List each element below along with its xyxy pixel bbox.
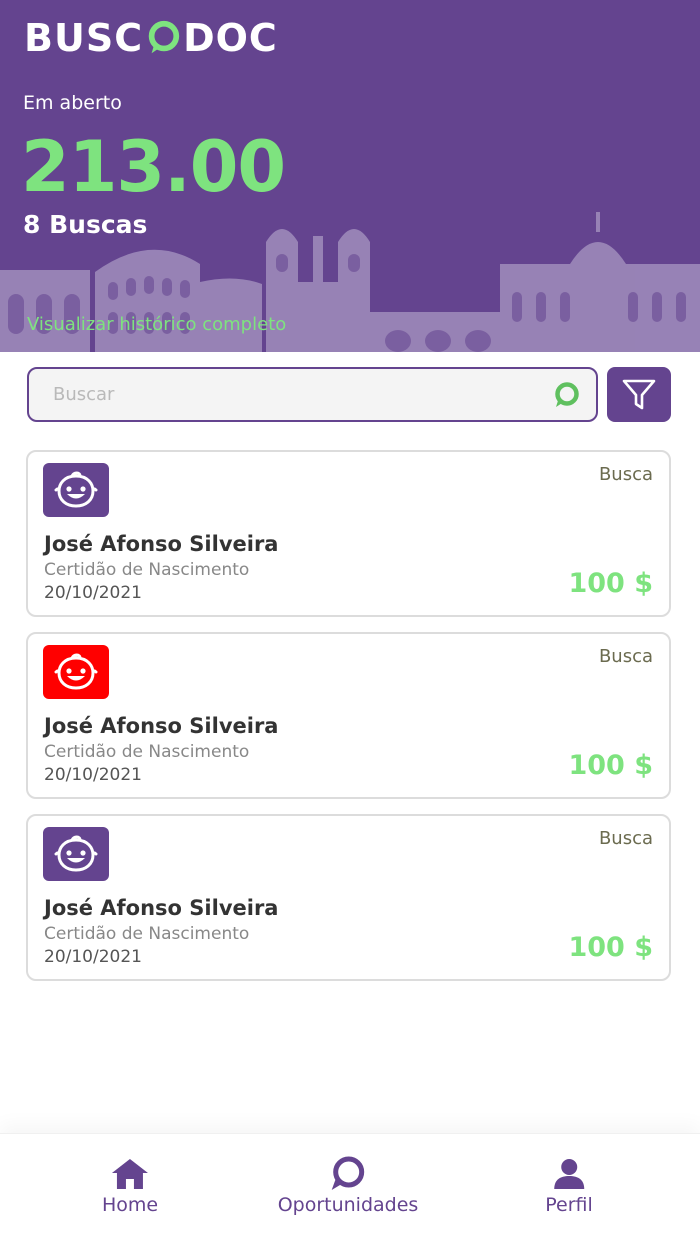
card-type-label: Busca <box>598 464 653 485</box>
chat-search-icon <box>327 1156 369 1192</box>
result-card[interactable]: Busca José Afonso Silveira Certidão de N… <box>26 632 671 799</box>
view-history-link[interactable]: Visualizar histórico completo <box>27 314 286 335</box>
bottom-navigation: Home Oportunidades Perfil <box>0 1133 700 1244</box>
card-person-name: José Afonso Silveira <box>44 532 279 556</box>
card-type-label: Busca <box>598 828 653 849</box>
card-price: 100 $ <box>568 568 653 599</box>
header-banner: BUSC DOC Em aberto 213.00 8 Buscas Visua… <box>0 0 700 352</box>
home-icon <box>111 1156 149 1192</box>
card-price: 100 $ <box>568 750 653 781</box>
search-bar[interactable] <box>27 367 598 422</box>
logo-text-right: DOC <box>183 16 278 60</box>
card-document-type: Certidão de Nascimento <box>44 742 250 762</box>
logo-magnifier-icon <box>148 20 180 54</box>
filter-icon <box>622 379 656 409</box>
card-person-name: José Afonso Silveira <box>44 896 279 920</box>
search-input[interactable] <box>53 384 550 405</box>
baby-face-icon <box>43 463 109 517</box>
card-person-name: José Afonso Silveira <box>44 714 279 738</box>
nav-label-oportunidades: Oportunidades <box>277 1194 419 1216</box>
search-results-list: Busca José Afonso Silveira Certidão de N… <box>26 450 671 996</box>
card-date: 20/10/2021 <box>44 583 142 603</box>
card-price: 100 $ <box>568 932 653 963</box>
card-date: 20/10/2021 <box>44 765 142 785</box>
card-type-label: Busca <box>598 646 653 667</box>
baby-face-icon <box>43 827 109 881</box>
open-label: Em aberto <box>23 92 122 114</box>
nav-item-perfil[interactable]: Perfil <box>545 1156 593 1216</box>
open-amount: 213.00 <box>21 126 286 208</box>
nav-item-home[interactable]: Home <box>102 1156 158 1216</box>
card-date: 20/10/2021 <box>44 947 142 967</box>
user-icon <box>552 1156 586 1192</box>
nav-item-oportunidades[interactable]: Oportunidades <box>277 1156 419 1216</box>
nav-label-home: Home <box>101 1194 159 1216</box>
card-document-type: Certidão de Nascimento <box>44 924 250 944</box>
nav-label-perfil: Perfil <box>545 1194 593 1216</box>
app-logo: BUSC DOC <box>24 14 278 62</box>
search-count: 8 Buscas <box>23 210 148 239</box>
logo-text-left: BUSC <box>24 16 144 60</box>
card-document-type: Certidão de Nascimento <box>44 560 250 580</box>
search-icon[interactable] <box>550 379 582 411</box>
result-card[interactable]: Busca José Afonso Silveira Certidão de N… <box>26 450 671 617</box>
result-card[interactable]: Busca José Afonso Silveira Certidão de N… <box>26 814 671 981</box>
filter-button[interactable] <box>607 367 671 422</box>
baby-face-icon <box>43 645 109 699</box>
